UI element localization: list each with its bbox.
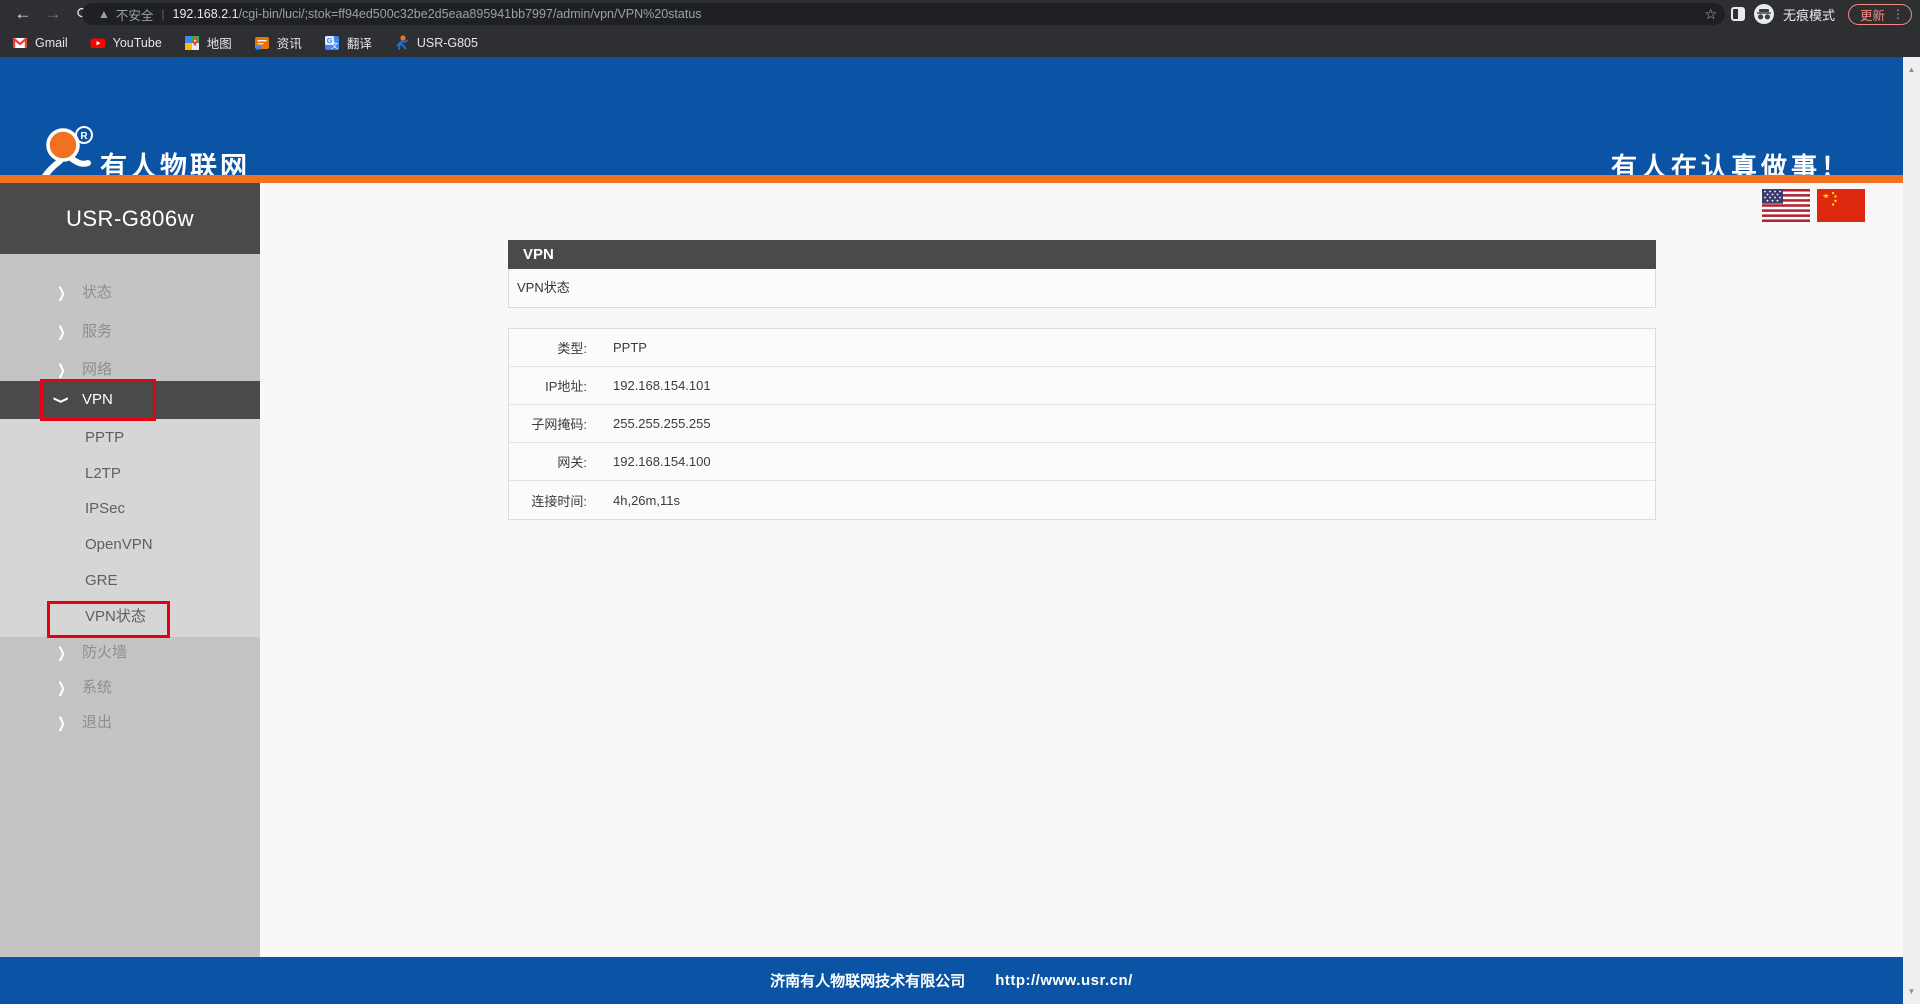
url-bar[interactable]: ▲ 不安全 | 192.168.2.1 /cgi-bin/luci/;stok=… [82, 3, 1725, 25]
sidebar-item-gre[interactable]: GRE [0, 563, 260, 599]
translate-icon: G文 [324, 35, 340, 51]
sidebar-item-status[interactable]: ❯ 状态 [0, 275, 260, 311]
scrollbar-down-icon[interactable]: ▼ [1903, 983, 1920, 1000]
url-separator: | [161, 7, 164, 21]
chevron-right-icon: ❯ [56, 314, 67, 350]
sidebar-item-firewall[interactable]: ❯ 防火墙 [0, 635, 260, 671]
youtube-icon [90, 35, 106, 51]
table-row: 类型: PPTP [509, 329, 1655, 367]
sidebar-item-openvpn[interactable]: OpenVPN [0, 527, 260, 563]
incognito-icon [1754, 4, 1774, 24]
row-value: 192.168.154.101 [613, 378, 711, 393]
bookmark-maps[interactable]: 地图 [184, 33, 232, 52]
forward-icon[interactable]: → [38, 0, 68, 28]
page-scrollbar[interactable]: ▲ ▼ [1903, 57, 1920, 1004]
url-path: /cgi-bin/luci/;stok=ff94ed500c32be2d5eaa… [239, 7, 702, 21]
svg-text:文: 文 [331, 40, 339, 50]
svg-text:R: R [80, 131, 88, 142]
usr-favicon-icon [394, 35, 410, 51]
screen: ← → ⟳ ▲ 不安全 | 192.168.2.1 /cgi-bin/luci/… [0, 0, 1920, 1004]
row-label: 类型: [509, 338, 587, 357]
back-icon[interactable]: ← [8, 0, 38, 28]
footer-website-link[interactable]: http://www.usr.cn/ [995, 972, 1133, 989]
maps-icon [184, 35, 200, 51]
sidebar-item-vpn[interactable]: ❯ VPN [0, 381, 260, 419]
incognito-mode-label: 无痕模式 [1783, 5, 1835, 24]
chevron-right-icon: ❯ [56, 670, 67, 706]
row-value: 255.255.255.255 [613, 416, 711, 431]
row-label: 网关: [509, 452, 587, 471]
side-panel-icon[interactable] [1731, 7, 1745, 21]
accent-divider [0, 175, 1920, 183]
bookmark-youtube[interactable]: YouTube [90, 35, 162, 51]
row-value: 192.168.154.100 [613, 454, 711, 469]
bookmark-gmail[interactable]: Gmail [12, 35, 68, 51]
sidebar-item-system[interactable]: ❯ 系统 [0, 670, 260, 706]
device-name: USR-G806w [0, 183, 260, 254]
sidebar-item-ipsec[interactable]: IPSec [0, 491, 260, 527]
bookmark-translate[interactable]: G文 翻译 [324, 33, 372, 52]
browser-menu-icon[interactable]: ⋮ [1892, 9, 1904, 19]
row-value: 4h,26m,11s [613, 493, 680, 508]
table-row: 连接时间: 4h,26m,11s [509, 481, 1655, 519]
panel-title: VPN [508, 240, 1656, 269]
bookmark-star-icon[interactable]: ☆ [1704, 3, 1717, 25]
cn-flag-icon[interactable] [1817, 189, 1865, 222]
footer-company: 济南有人物联网技术有限公司 [770, 970, 965, 991]
table-row: 子网掩码: 255.255.255.255 [509, 405, 1655, 443]
table-row: IP地址: 192.168.154.101 [509, 367, 1655, 405]
sidebar: USR-G806w ❯ 状态 ❯ 服务 ❯ 网络 ❯ VPN PPTP L2TP… [0, 183, 260, 957]
scrollbar-up-icon[interactable]: ▲ [1903, 61, 1920, 78]
chevron-right-icon: ❯ [56, 705, 67, 741]
sidebar-item-l2tp[interactable]: L2TP [0, 456, 260, 492]
sidebar-item-services[interactable]: ❯ 服务 [0, 314, 260, 350]
update-label: 更新 [1860, 5, 1885, 24]
row-value: PPTP [613, 340, 647, 355]
us-flag-icon[interactable] [1762, 189, 1810, 222]
sidebar-item-logout[interactable]: ❯ 退出 [0, 705, 260, 741]
bookmark-news[interactable]: 资讯 [254, 33, 302, 52]
ssl-warning-icon: ▲ [98, 7, 110, 21]
browser-toolbar: ← → ⟳ ▲ 不安全 | 192.168.2.1 /cgi-bin/luci/… [0, 0, 1920, 28]
row-label: IP地址: [509, 376, 587, 395]
news-icon [254, 35, 270, 51]
chevron-right-icon: ❯ [56, 275, 67, 311]
row-label: 子网掩码: [509, 414, 587, 433]
site-header: R 有人物联网 工业物联网通信专家 有人在认真做事！ [0, 57, 1903, 175]
sidebar-item-pptp[interactable]: PPTP [0, 420, 260, 456]
vpn-status-table: 类型: PPTP IP地址: 192.168.154.101 子网掩码: 255… [508, 328, 1656, 520]
update-button[interactable]: 更新 ⋮ [1848, 4, 1912, 25]
chevron-right-icon: ❯ [56, 635, 67, 671]
page-footer: 济南有人物联网技术有限公司 http://www.usr.cn/ [0, 957, 1903, 1004]
panel-subtitle: VPN状态 [508, 269, 1656, 308]
toolbar-right-cluster: 无痕模式 更新 ⋮ [1731, 0, 1912, 28]
bookmarks-bar: Gmail YouTube 地图 资讯 G文 翻译 [0, 28, 1920, 57]
security-label: 不安全 [116, 5, 154, 24]
bookmark-usr-g805[interactable]: USR-G805 [394, 35, 478, 51]
language-flags [1762, 189, 1865, 222]
url-host: 192.168.2.1 [173, 7, 239, 21]
sidebar-item-vpn-status[interactable]: VPN状态 [0, 599, 260, 635]
chevron-down-icon: ❯ [56, 381, 67, 419]
table-row: 网关: 192.168.154.100 [509, 443, 1655, 481]
row-label: 连接时间: [509, 491, 587, 510]
gmail-icon [12, 35, 28, 51]
